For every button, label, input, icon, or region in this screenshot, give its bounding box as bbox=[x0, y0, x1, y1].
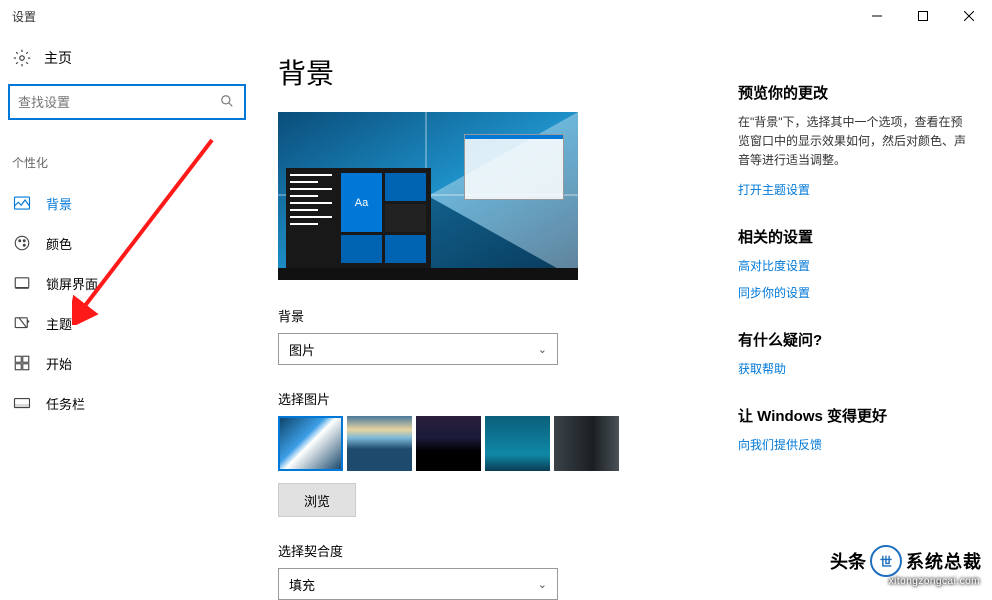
picture-thumbnails bbox=[278, 416, 698, 471]
picture-thumbnail[interactable] bbox=[347, 416, 412, 471]
lockscreen-icon bbox=[12, 273, 32, 293]
fit-label: 选择契合度 bbox=[278, 541, 698, 560]
picture-thumbnail[interactable] bbox=[278, 416, 343, 471]
sidebar-item-label: 开始 bbox=[46, 354, 72, 373]
sidebar-item-taskbar[interactable]: 任务栏 bbox=[8, 383, 246, 423]
preview-taskbar bbox=[278, 268, 578, 280]
maximize-button[interactable] bbox=[900, 0, 946, 32]
preview-window bbox=[464, 134, 564, 200]
start-icon bbox=[12, 353, 32, 373]
taskbar-icon bbox=[12, 393, 32, 413]
window-controls bbox=[854, 0, 992, 32]
picture-thumbnail[interactable] bbox=[416, 416, 481, 471]
dropdown-value: 图片 bbox=[289, 340, 315, 359]
page-title: 背景 bbox=[278, 52, 698, 92]
sidebar-item-start[interactable]: 开始 bbox=[8, 343, 246, 383]
sidebar-item-label: 颜色 bbox=[46, 234, 72, 253]
gear-icon bbox=[12, 48, 32, 68]
sync-settings-link[interactable]: 同步你的设置 bbox=[738, 284, 968, 301]
question-heading: 有什么疑问? bbox=[738, 329, 968, 350]
feedback-link[interactable]: 向我们提供反馈 bbox=[738, 436, 968, 453]
sidebar: 主页 个性化 背景 颜色 锁屏界面 bbox=[0, 32, 254, 585]
high-contrast-link[interactable]: 高对比度设置 bbox=[738, 257, 968, 274]
open-theme-settings-link[interactable]: 打开主题设置 bbox=[738, 181, 968, 198]
category-title: 个性化 bbox=[8, 148, 246, 183]
chevron-down-icon: ⌄ bbox=[538, 343, 547, 356]
watermark: 头条 世 系统总裁 bbox=[830, 545, 982, 577]
dropdown-value: 填充 bbox=[289, 575, 315, 594]
preview-changes-text: 在"背景"下，选择其中一个选项，查看在预览窗口中的显示效果如何，然后对颜色、声音… bbox=[738, 113, 968, 171]
fit-dropdown[interactable]: 填充 ⌄ bbox=[278, 568, 558, 600]
picture-icon bbox=[12, 193, 32, 213]
background-dropdown[interactable]: 图片 ⌄ bbox=[278, 333, 558, 365]
sidebar-item-themes[interactable]: 主题 bbox=[8, 303, 246, 343]
sidebar-item-label: 锁屏界面 bbox=[46, 274, 98, 293]
right-pane: 预览你的更改 在"背景"下，选择其中一个选项，查看在预览窗口中的显示效果如何，然… bbox=[738, 52, 968, 585]
sidebar-item-label: 背景 bbox=[46, 194, 72, 213]
chevron-down-icon: ⌄ bbox=[538, 578, 547, 591]
browse-button[interactable]: 浏览 bbox=[278, 483, 356, 517]
related-settings-heading: 相关的设置 bbox=[738, 226, 968, 247]
sidebar-item-label: 任务栏 bbox=[46, 394, 85, 413]
home-label: 主页 bbox=[44, 48, 72, 68]
home-button[interactable]: 主页 bbox=[8, 40, 246, 84]
watermark-head: 头条 bbox=[830, 548, 866, 574]
minimize-button[interactable] bbox=[854, 0, 900, 32]
picture-thumbnail[interactable] bbox=[554, 416, 619, 471]
sidebar-item-label: 主题 bbox=[46, 314, 72, 333]
titlebar: 设置 bbox=[0, 0, 992, 32]
watermark-url: xitongzongcai.com bbox=[889, 576, 980, 587]
background-label: 背景 bbox=[278, 306, 698, 325]
search-icon bbox=[220, 94, 236, 110]
sidebar-item-background[interactable]: 背景 bbox=[8, 183, 246, 223]
palette-icon bbox=[12, 233, 32, 253]
themes-icon bbox=[12, 313, 32, 333]
preview-tile-aa: Aa bbox=[341, 173, 382, 232]
preview-start-menu: Aa bbox=[286, 168, 431, 268]
watermark-logo-icon: 世 bbox=[870, 545, 902, 577]
sidebar-item-lockscreen[interactable]: 锁屏界面 bbox=[8, 263, 246, 303]
sidebar-item-colors[interactable]: 颜色 bbox=[8, 223, 246, 263]
search-box[interactable] bbox=[8, 84, 246, 120]
picture-thumbnail[interactable] bbox=[485, 416, 550, 471]
main-content: 背景 bbox=[278, 52, 698, 585]
preview-changes-heading: 预览你的更改 bbox=[738, 82, 968, 103]
search-input[interactable] bbox=[18, 95, 220, 110]
make-windows-better-heading: 让 Windows 变得更好 bbox=[738, 405, 968, 426]
close-button[interactable] bbox=[946, 0, 992, 32]
watermark-name: 系统总裁 bbox=[906, 548, 982, 574]
choose-picture-label: 选择图片 bbox=[278, 389, 698, 408]
desktop-preview: Aa bbox=[278, 112, 578, 280]
window-title: 设置 bbox=[12, 8, 36, 25]
get-help-link[interactable]: 获取帮助 bbox=[738, 360, 968, 377]
